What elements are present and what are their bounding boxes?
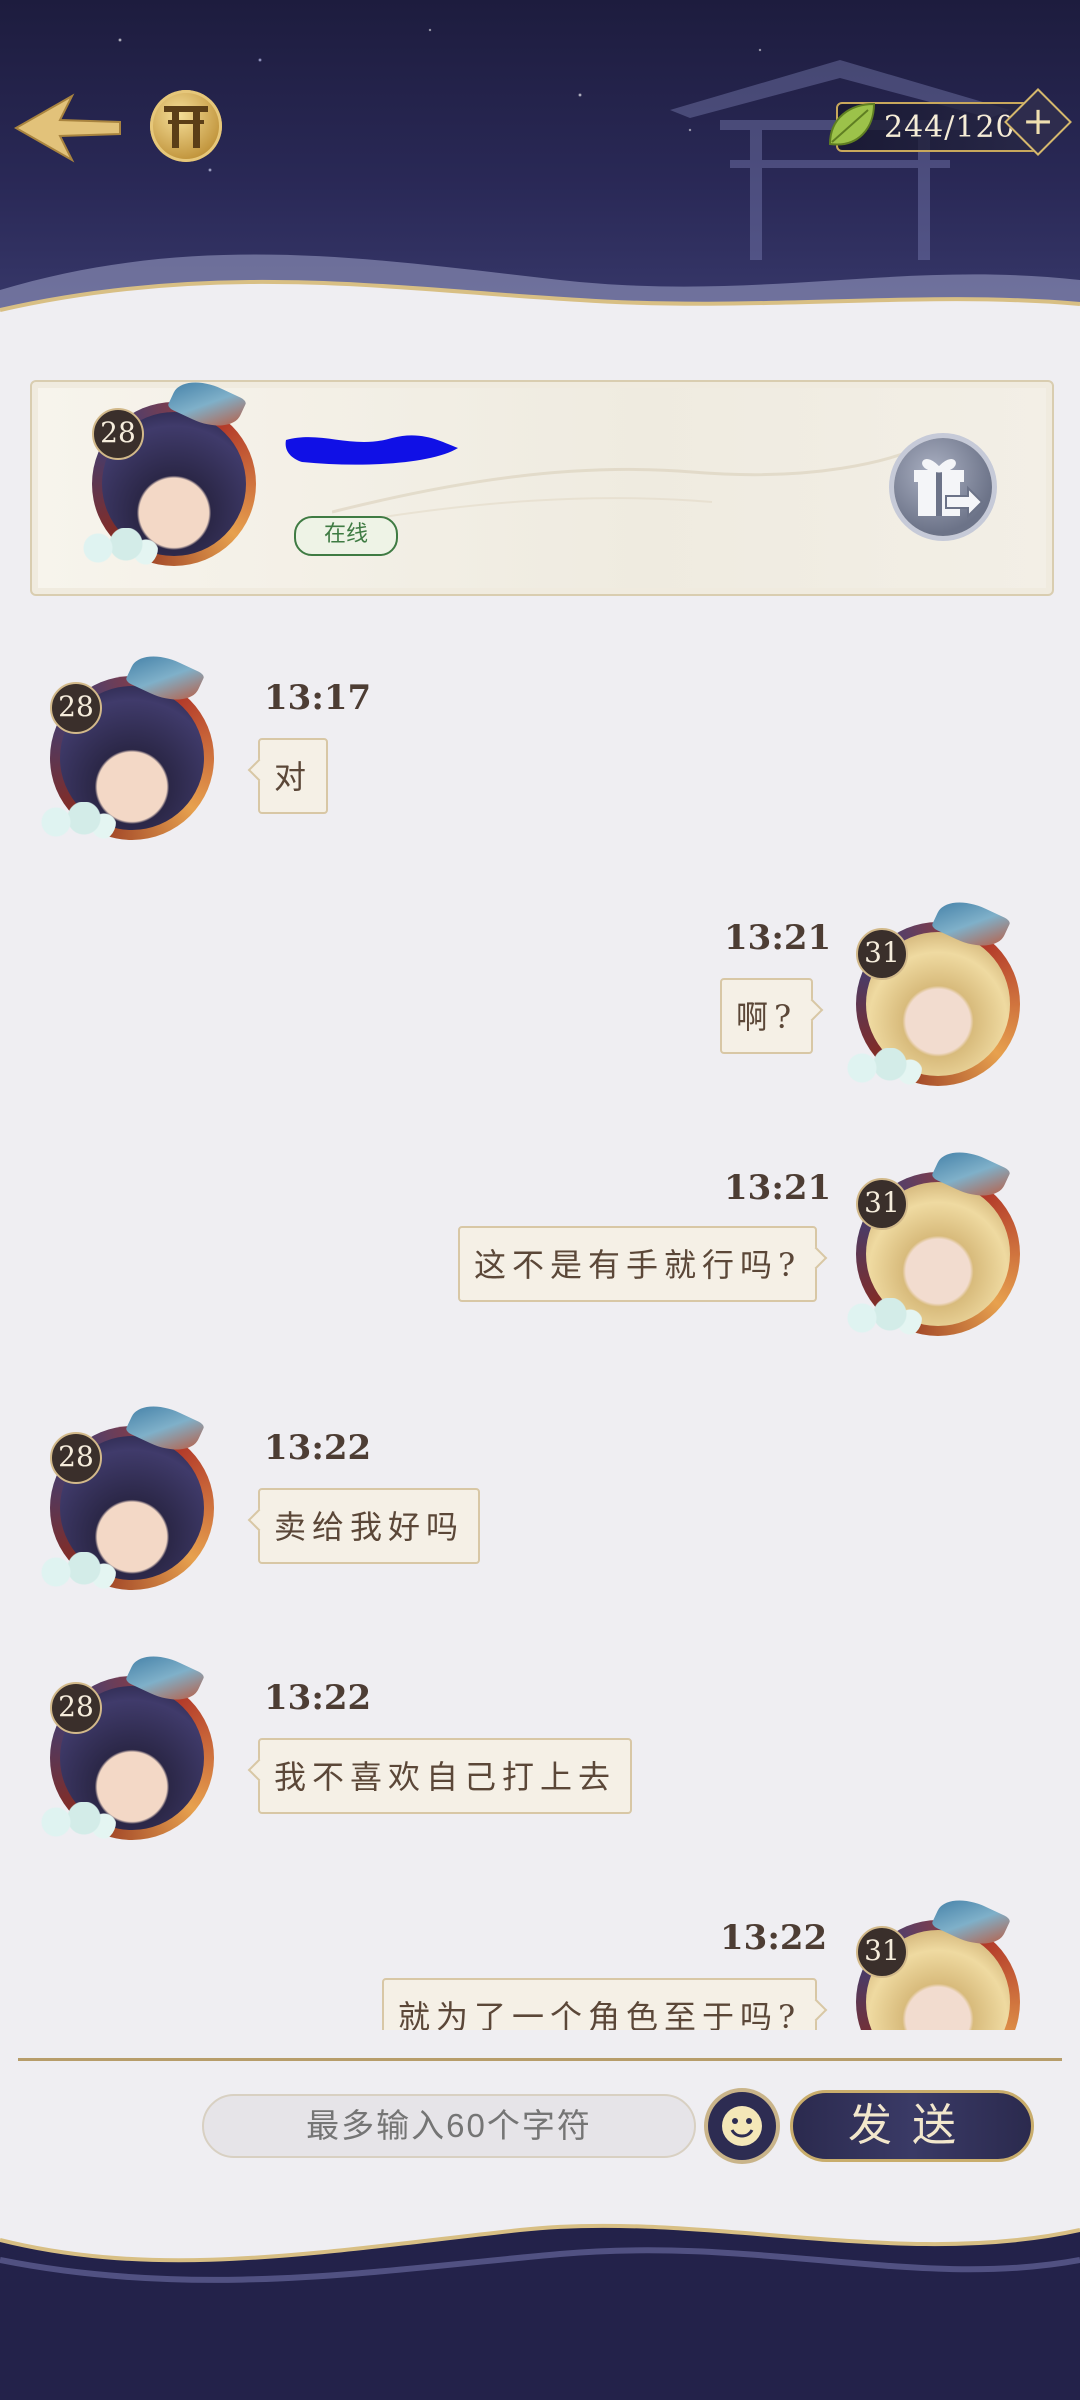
emoji-button[interactable]: [708, 2092, 776, 2160]
stamina-counter: 244/120 +: [828, 88, 1072, 156]
level-badge: 31: [856, 1178, 908, 1230]
message-bubble[interactable]: 就为了一个角色至于吗?: [382, 1978, 818, 2030]
top-header: 244/120 +: [0, 0, 1080, 340]
level-badge: 28: [50, 1682, 102, 1734]
message-bubble[interactable]: 对: [258, 738, 329, 814]
message-timestamp: 13:22: [264, 1678, 372, 1718]
sender-avatar[interactable]: 28: [30, 645, 220, 856]
sender-avatar[interactable]: 31: [836, 1889, 1026, 2030]
friend-avatar[interactable]: 28: [72, 371, 262, 582]
level-badge: 28: [50, 682, 102, 734]
message-timestamp: 13:21: [724, 918, 832, 958]
gate-icon: [164, 106, 208, 148]
message-timestamp: 13:17: [264, 678, 372, 718]
message-bubble[interactable]: 啊?: [720, 978, 814, 1054]
gift-icon: [914, 459, 984, 519]
level-badge: 31: [856, 928, 908, 980]
send-gift-button[interactable]: [894, 438, 992, 536]
sender-avatar[interactable]: 31: [836, 891, 1026, 1102]
message-bubble[interactable]: 这不是有手就行吗?: [458, 1226, 818, 1302]
home-button[interactable]: [150, 90, 222, 162]
sender-avatar[interactable]: 28: [30, 1645, 220, 1856]
chat-input[interactable]: [202, 2094, 696, 2158]
message-bubble[interactable]: 我不喜欢自己打上去: [258, 1738, 633, 1814]
level-badge: 31: [856, 1926, 908, 1978]
chat-message-list[interactable]: 28 13:17 对 31 13:21 啊? 31 13:21 这不是有手就行吗…: [0, 610, 1080, 2030]
wave-decoration: [0, 2190, 1080, 2283]
smiley-icon: [722, 2106, 762, 2146]
message-timestamp: 13:22: [720, 1918, 828, 1958]
back-arrow-icon: [13, 93, 121, 163]
sender-avatar[interactable]: 28: [30, 1395, 220, 1606]
send-button[interactable]: 发送: [790, 2090, 1034, 2162]
chat-divider: [18, 2058, 1062, 2061]
stamina-value: 244/120: [884, 110, 1016, 145]
level-badge: 28: [92, 408, 144, 460]
redacted-name-scribble: [285, 435, 458, 465]
sender-avatar[interactable]: 31: [836, 1141, 1026, 1352]
online-status-badge: 在线: [294, 516, 398, 556]
friend-profile-card: 28 在线: [30, 371, 1054, 596]
bottom-wave-decoration: [0, 2190, 1080, 2400]
level-badge: 28: [50, 1432, 102, 1484]
back-button[interactable]: [12, 88, 122, 168]
plus-icon: +: [1022, 99, 1054, 143]
message-timestamp: 13:21: [724, 1168, 832, 1208]
leaf-icon: [828, 102, 876, 146]
message-bubble[interactable]: 卖给我好吗: [258, 1488, 481, 1564]
header-wave-decoration: [0, 254, 1080, 340]
message-timestamp: 13:22: [264, 1428, 372, 1468]
